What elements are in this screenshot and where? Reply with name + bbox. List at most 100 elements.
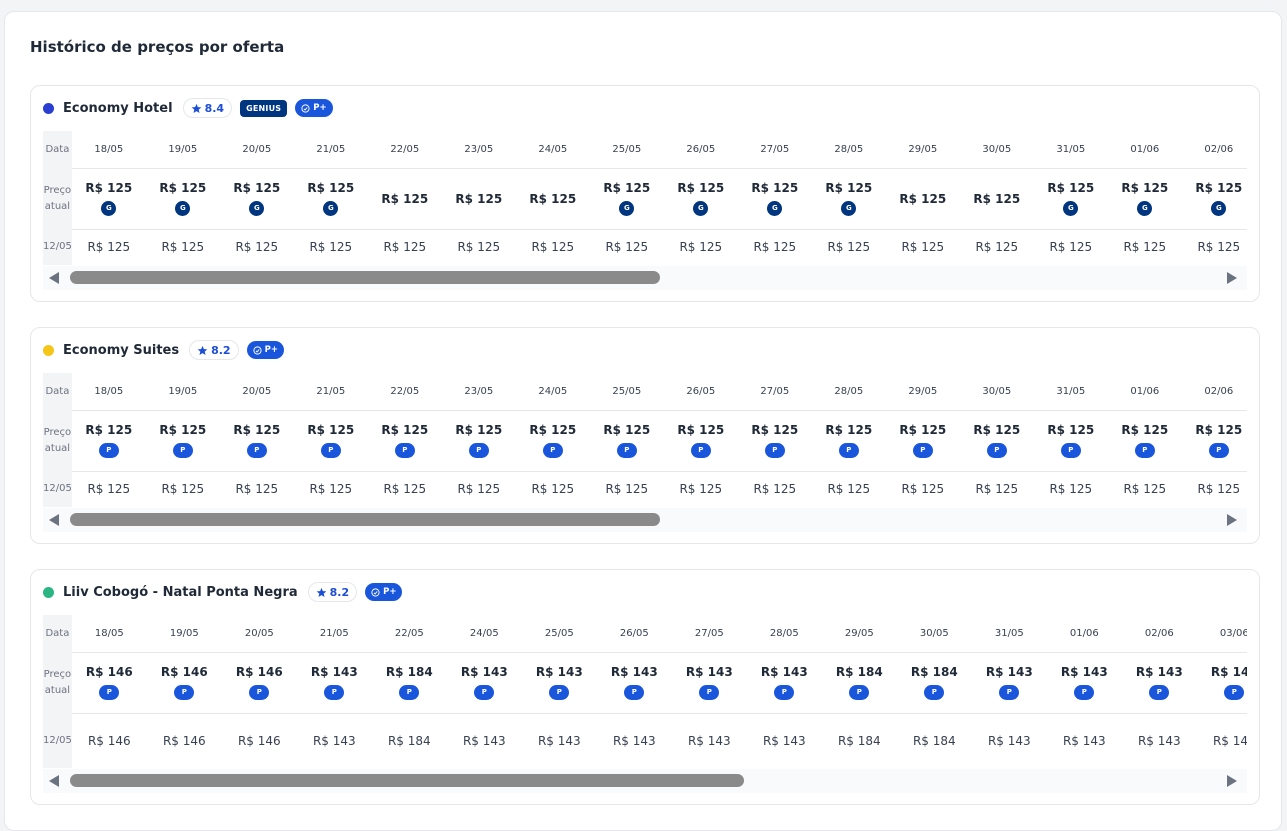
snapshot-price-cell: R$ 143	[687, 733, 731, 748]
current-price-cell: R$ 146 P	[71, 652, 147, 714]
pplus-price-badge: P	[320, 442, 341, 458]
genius-price-badge: G	[767, 200, 783, 216]
date-cell: 21/05	[293, 131, 368, 169]
scroll-right-arrow-icon[interactable]	[1227, 514, 1237, 526]
snapshot-price-row: 12/05 R$ 125 R$ 125 R$ 125 R$ 125 R$ 125 R$ 12…	[43, 229, 1247, 265]
pplus-price-badge: P	[764, 442, 785, 458]
genius-price-badge: G	[1211, 200, 1227, 216]
date-cell: 19/05	[145, 373, 220, 411]
row-header-current-line2: atual	[44, 684, 71, 696]
scroll-right-arrow-icon[interactable]	[1227, 775, 1237, 787]
horizontal-scrollbar[interactable]	[43, 508, 1247, 532]
current-price: R$ 125	[603, 423, 651, 438]
current-price: R$ 125	[381, 423, 429, 438]
current-price-row: Preço atual R$ 125 P R$ 125 P R$ 125 P R$ 125 P R$…	[43, 410, 1247, 472]
current-price: R$ 125	[233, 181, 281, 196]
row-header-current-line1: Preço	[43, 426, 72, 438]
offer-color-dot	[43, 102, 54, 114]
pplus-badge: P+	[365, 583, 403, 601]
row-header-snapshot: 12/05	[43, 229, 72, 265]
row-header-current: Preço atual	[43, 168, 72, 229]
pplus-price-badge: P	[774, 684, 795, 700]
price-table-scroll[interactable]: Data 18/05 19/05 20/05 21/05 22/05 24/05 25/05 2…	[43, 615, 1247, 768]
snapshot-price-cell: R$ 143	[1212, 733, 1247, 748]
snapshot-price-cell: R$ 143	[1062, 733, 1106, 748]
date-cell: 03/06	[1196, 615, 1247, 653]
scroll-left-arrow-icon[interactable]	[49, 775, 59, 787]
offer-name: Liiv Cobogó - Natal Ponta Negra	[63, 584, 298, 600]
pplus-label: P+	[313, 103, 327, 113]
pplus-price-badge: P	[1149, 684, 1170, 700]
current-price-cell: R$ 125 P	[811, 410, 886, 472]
price-history-panel: Histórico de preços por oferta Economy H…	[4, 11, 1282, 831]
current-price: R$ 125	[455, 423, 503, 438]
snapshot-price-cell: R$ 125	[901, 240, 945, 255]
date-cell: 27/05	[737, 131, 812, 169]
offer-color-dot	[43, 344, 54, 356]
scrollbar-thumb[interactable]	[70, 774, 744, 787]
current-price-cell: R$ 125 P	[515, 410, 590, 472]
current-price-cell: R$ 184 P	[821, 652, 897, 714]
snapshot-price-cell: R$ 125	[309, 240, 353, 255]
current-price: R$ 125	[973, 191, 1021, 206]
pplus-price-badge: P	[474, 684, 495, 700]
current-price: R$ 125	[381, 191, 429, 206]
genius-price-badge: G	[693, 200, 709, 216]
snapshot-price-cell: R$ 125	[1049, 240, 1093, 255]
current-price-cell: R$ 125	[441, 168, 516, 230]
current-price-cell: R$ 143 P	[596, 652, 672, 714]
current-price: R$ 143	[1210, 665, 1247, 680]
snapshot-price-cell: R$ 125	[235, 482, 279, 497]
snapshot-price-cell: R$ 125	[161, 240, 205, 255]
current-price: R$ 125	[899, 191, 947, 206]
scrollbar-thumb[interactable]	[70, 513, 660, 526]
snapshot-price-cell: R$ 146	[87, 733, 131, 748]
current-price: R$ 125	[825, 423, 873, 438]
pplus-price-badge: P	[399, 684, 420, 700]
snapshot-price-cell: R$ 125	[679, 482, 723, 497]
date-cell: 24/05	[515, 131, 590, 169]
current-price: R$ 184	[910, 665, 958, 680]
snapshot-price-cell: R$ 146	[237, 733, 281, 748]
snapshot-price-cell: R$ 125	[87, 482, 131, 497]
clock-icon	[371, 587, 380, 597]
current-price-cell: R$ 143 P	[671, 652, 747, 714]
current-price-cell: R$ 125 G	[589, 168, 664, 230]
current-price-cell: R$ 125 G	[145, 168, 220, 230]
date-cell: 23/05	[441, 131, 516, 169]
current-price-cell: R$ 143 P	[296, 652, 372, 714]
price-table-scroll[interactable]: Data 18/05 19/05 20/05 21/05 22/05 23/05 24/05 2…	[43, 373, 1247, 507]
horizontal-scrollbar[interactable]	[43, 266, 1247, 290]
offer-header: Economy Suites 8.2 P+	[43, 339, 284, 361]
star-icon	[191, 103, 201, 113]
current-price-cell: R$ 125 P	[885, 410, 960, 472]
snapshot-price-cell: R$ 125	[1197, 240, 1241, 255]
current-price: R$ 125	[1195, 423, 1243, 438]
price-table-scroll[interactable]: Data 18/05 19/05 20/05 21/05 22/05 23/05 24/05 2…	[43, 131, 1247, 265]
pplus-price-badge: P	[99, 684, 120, 700]
scroll-right-arrow-icon[interactable]	[1227, 272, 1237, 284]
scrollbar-thumb[interactable]	[70, 271, 660, 284]
scroll-left-arrow-icon[interactable]	[49, 514, 59, 526]
star-icon	[316, 587, 326, 597]
snapshot-price-cell: R$ 125	[1197, 482, 1241, 497]
current-price-cell: R$ 125	[367, 168, 442, 230]
current-price: R$ 125	[603, 181, 651, 196]
price-table: Data 18/05 19/05 20/05 21/05 22/05 23/05 24/05 2…	[43, 373, 1247, 507]
scroll-left-arrow-icon[interactable]	[49, 272, 59, 284]
current-price-cell: R$ 125 P	[293, 410, 368, 472]
current-price-cell: R$ 125 P	[71, 410, 146, 472]
current-price: R$ 125	[529, 191, 577, 206]
current-price-cell: R$ 125 P	[1181, 410, 1247, 472]
date-cell: 26/05	[663, 131, 738, 169]
horizontal-scrollbar[interactable]	[43, 769, 1247, 793]
rating-chip: 8.2	[307, 582, 358, 602]
current-price: R$ 146	[235, 665, 283, 680]
row-header-current: Preço atual	[43, 652, 72, 713]
genius-price-badge: G	[323, 200, 339, 216]
date-cell: 28/05	[811, 131, 886, 169]
date-row: Data 18/05 19/05 20/05 21/05 22/05 24/05 25/05 2…	[43, 615, 1247, 653]
pplus-price-badge: P	[549, 684, 570, 700]
current-price-cell: R$ 143 P	[746, 652, 822, 714]
date-row: Data 18/05 19/05 20/05 21/05 22/05 23/05 24/05 2…	[43, 373, 1247, 411]
